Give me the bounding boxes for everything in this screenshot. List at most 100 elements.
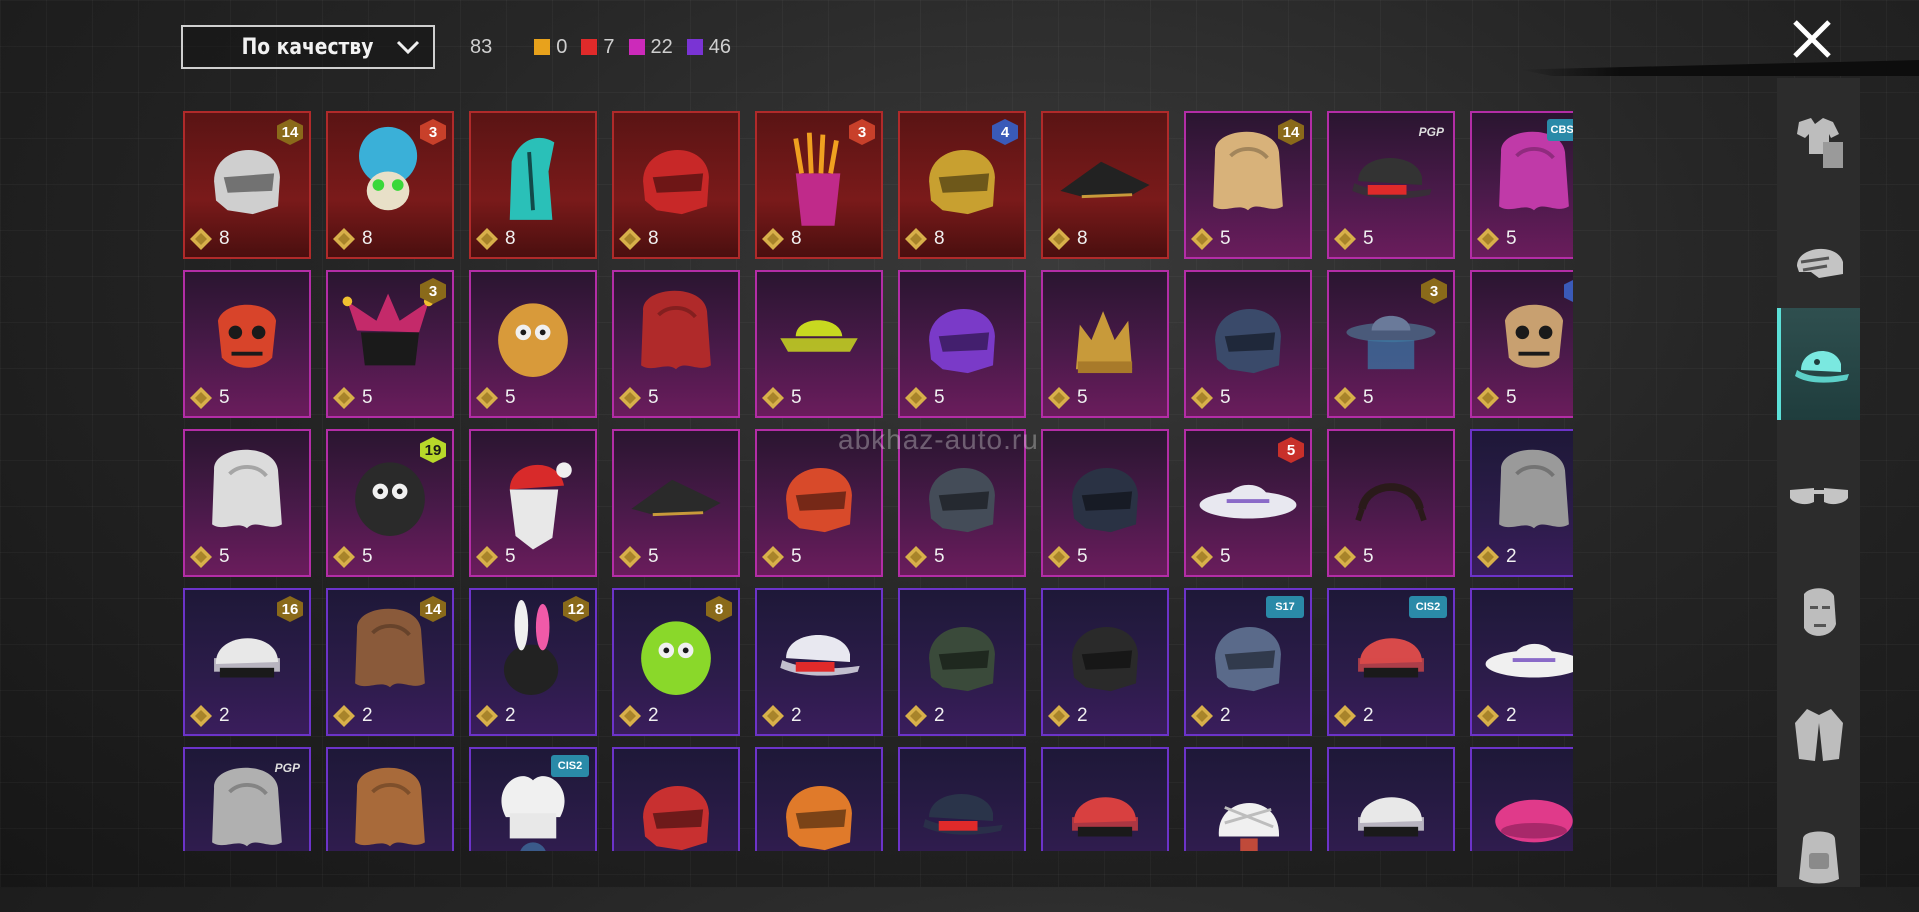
item-card-white-knit-cap[interactable] [1327,747,1455,851]
item-card-goggle-bomb-head[interactable]: 19 5 [326,429,454,577]
tab-helmet[interactable] [1777,206,1860,318]
coin-icon [905,705,927,727]
item-card-green-skull-hood[interactable]: 82 [612,588,740,736]
item-cost: 5 [618,545,659,569]
cost-value: 2 [219,705,230,726]
item-card-navy-cap[interactable] [898,747,1026,851]
backpack-icon [1798,831,1839,884]
item-cost: 8 [475,227,516,251]
tab-jacket[interactable] [1777,678,1860,790]
item-card-yellow-bucket-hat[interactable]: 5 [755,270,883,418]
item-card-black-gold-helmet[interactable]: 2 [1041,588,1169,736]
item-card-red-visor-helmet[interactable]: 8 [612,111,740,259]
item-card-ufo-hat[interactable]: 35 [1327,270,1455,418]
item-cost: 8 [189,227,230,251]
item-card-neon-hair[interactable]: CBS22 5 [1470,111,1573,259]
item-cost: 5 [1190,227,1231,251]
item-card-white-sun-hat[interactable]: 2 [1470,588,1573,736]
cost-value: 5 [362,546,373,567]
item-card-santa-beard[interactable]: 5 [469,429,597,577]
item-card-riot-helmet[interactable]: 5 [1041,429,1169,577]
coin-icon [619,705,641,727]
item-card-orange-visor-dreads[interactable] [755,747,883,851]
item-cost: 5 [1333,227,1374,251]
item-card-bunny-ears-helmet[interactable]: 12 2 [469,588,597,736]
coin-icon [1334,387,1356,409]
tab-glasses[interactable] [1777,440,1860,552]
item-card-cap-long-hair[interactable]: 14 2 [326,588,454,736]
item-card-tricorn-hat[interactable]: 8 [1041,111,1169,259]
item-card-white-cat-hat[interactable]: 55 [1184,429,1312,577]
white-knit-cap-icon [1358,797,1424,837]
category-sidebar [1777,78,1860,887]
cost-value: 8 [791,228,802,249]
cost-value: 2 [1506,705,1517,726]
coin-icon [1334,228,1356,250]
close-icon[interactable] [1791,18,1833,60]
item-card-blue-cap[interactable]: 2 [755,588,883,736]
tier-badge: CIS2 [1409,596,1447,618]
tab-face[interactable] [1777,558,1860,670]
item-card-oni-mask[interactable]: 45 [1470,270,1573,418]
item-card-bow-brown-hair[interactable] [326,747,454,851]
item-card-cap-with-glasses[interactable]: PGP 5 [1327,111,1455,259]
item-card-purple-monster-helmet[interactable]: 5 [898,270,1026,418]
item-card-chef-hat[interactable]: CIS2 [469,747,597,851]
white-turban-icon [1218,803,1280,851]
glasses-icon [1789,488,1848,505]
coin-icon [1477,546,1499,568]
cost-value: 2 [648,705,659,726]
tier-badge: CIS2 [551,755,589,777]
item-cost: 5 [618,386,659,410]
item-card-potato-head[interactable]: 5 [469,270,597,418]
item-card-masked-helmet[interactable]: 14 8 [183,111,311,259]
helmet-icon [1796,248,1843,278]
item-card-feather-hat[interactable]: 5 [612,429,740,577]
coin-icon [905,387,927,409]
item-card-headband-bandana[interactable] [1041,747,1169,851]
item-card-fin-helmet[interactable]: 8 [469,111,597,259]
tab-backpack[interactable] [1777,800,1860,912]
item-card-beanie-goggles[interactable]: 16 2 [183,588,311,736]
sort-dropdown[interactable]: По качеству [181,25,435,69]
cost-value: 2 [791,705,802,726]
item-card-headband-horns[interactable]: 5 [1327,429,1455,577]
item-card-blonde-hair[interactable]: 14 5 [1184,111,1312,259]
item-card-white-hair-glasses[interactable]: 5 [183,429,311,577]
count-epic-red: 7 [581,36,615,59]
item-card-horned-knight-helmet[interactable]: S17 2 [1184,588,1312,736]
tab-outfit[interactable] [1777,86,1860,198]
bow-brown-hair-icon [355,767,425,847]
item-card-gas-mask-helmet[interactable]: 2 [898,588,1026,736]
item-card-pink-beret[interactable] [1470,747,1573,851]
cost-value: 5 [1220,546,1231,567]
item-card-white-turban[interactable] [1184,747,1312,851]
legendary-swatch [534,39,551,55]
item-card-red-ponytail[interactable]: 5 [612,270,740,418]
item-cost: 2 [1190,704,1231,728]
cost-value: 5 [934,387,945,408]
tab-cap[interactable] [1777,308,1860,420]
item-card-dragon-mask[interactable]: 5 [183,270,311,418]
item-card-fries-hat[interactable]: 38 [755,111,883,259]
pink-beret-icon [1495,799,1573,843]
item-card-golden-crown[interactable]: 5 [1041,270,1169,418]
cost-value: 5 [219,546,230,567]
item-card-ninja-hood[interactable]: 5 [1184,270,1312,418]
item-card-red-football-helmet[interactable] [612,747,740,851]
item-card-grey-long-hair[interactable]: 2 [1470,429,1573,577]
item-cost: 5 [189,545,230,569]
coin-icon [619,546,641,568]
count-value: 22 [650,35,673,58]
coin-icon [1477,387,1499,409]
item-card-striped-beanie[interactable]: CIS2 2 [1327,588,1455,736]
item-card-joker-hat[interactable]: 38 [326,111,454,259]
red-swatch [581,39,598,55]
item-card-jester-hat[interactable]: 35 [326,270,454,418]
count-value: 0 [556,35,568,58]
cost-value: 2 [1077,705,1088,726]
item-card-golden-warrior-helmet[interactable]: 48 [898,111,1026,259]
cost-value: 2 [934,705,945,726]
item-card-silver-bob-hair[interactable]: PGP [183,747,311,851]
count-pink: 22 [628,35,673,59]
